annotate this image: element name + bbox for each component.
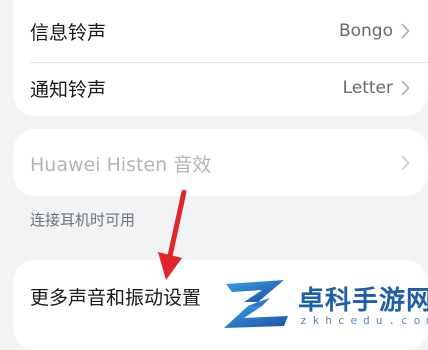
chevron-right-icon [401, 23, 410, 39]
notification-ringtone-label: 通知铃声 [30, 78, 107, 101]
watermark-logo: 卓科手游网 zkhcedu.com [218, 276, 428, 334]
notification-ringtone-row[interactable]: 通知铃声 Letter [13, 57, 428, 119]
chevron-right-icon [401, 155, 410, 171]
message-ringtone-label: 信息铃声 [30, 21, 107, 44]
histen-card: Huawei Histen 音效 [13, 129, 428, 196]
histen-label: Huawei Histen 音效 [30, 153, 212, 176]
chevron-right-icon [401, 80, 410, 96]
watermark-brand: 卓科手游网 [298, 286, 428, 316]
message-ringtone-value: Bongo [338, 21, 393, 41]
red-arrow-annotation [158, 190, 187, 280]
watermark-url: zkhcedu.com [300, 314, 428, 327]
zk-logo-icon [224, 280, 288, 328]
notification-ringtone-value: Letter [342, 78, 393, 98]
message-ringtone-row[interactable]: 信息铃声 Bongo [13, 0, 428, 62]
histen-caption: 连接耳机时可用 [30, 211, 136, 229]
histen-row[interactable]: Huawei Histen 音效 [13, 132, 428, 194]
ringtone-card: 信息铃声 Bongo 通知铃声 Letter [13, 0, 428, 116]
